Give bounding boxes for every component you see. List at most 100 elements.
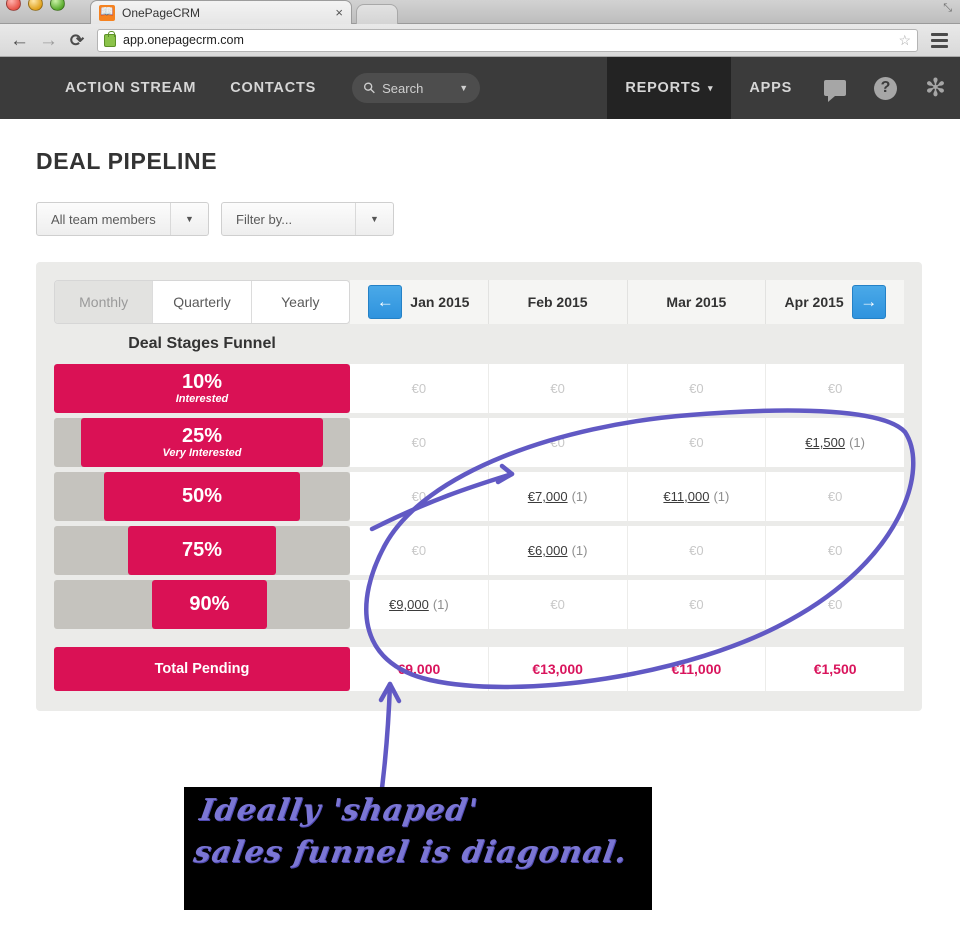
table-row: €0 €0 €0 €1,500 (1) <box>350 418 904 467</box>
card-header-row: Monthly Quarterly Yearly ← Jan 2015 Feb … <box>54 280 904 324</box>
nav-contacts[interactable]: CONTACTS <box>213 57 333 119</box>
cell-amount: €0 <box>411 543 427 558</box>
zoom-window-icon[interactable] <box>50 0 65 11</box>
month-label: Jan 2015 <box>410 294 470 310</box>
cell-count: (1) <box>849 435 865 450</box>
table-cell: €0 <box>487 418 627 467</box>
table-cell[interactable]: €1,500 (1) <box>765 418 904 467</box>
nav-apps[interactable]: APPS <box>731 57 810 119</box>
cell-count: (1) <box>571 489 588 504</box>
cell-amount[interactable]: €1,500 <box>805 435 845 450</box>
browser-tab[interactable]: 📖 OnePageCRM × <box>90 0 352 24</box>
table-cell: €0 <box>487 580 627 629</box>
cell-count: (1) <box>713 489 730 504</box>
period-quarterly[interactable]: Quarterly <box>153 281 252 323</box>
month-header-apr: Apr 2015 → <box>765 280 904 324</box>
nav-apps-label: APPS <box>749 80 793 96</box>
funnel-percent: 75% <box>181 539 223 561</box>
close-window-icon[interactable] <box>6 0 21 11</box>
chevron-down-icon: ▾ <box>708 82 714 93</box>
filter-bar: All team members ▼ Filter by... ▼ <box>36 202 960 236</box>
table-row: €0 €6,000 (1) €0 €0 <box>350 526 904 575</box>
funnel-row: 25% Very Interested <box>54 418 350 467</box>
data-spacer <box>350 324 904 364</box>
funnel-percent: 50% <box>181 485 222 507</box>
chevron-down-icon[interactable]: ▼ <box>355 203 393 235</box>
cell-amount: €0 <box>550 435 565 450</box>
reload-icon[interactable]: ⟳ <box>68 32 86 49</box>
table-cell: €0 <box>765 580 904 629</box>
table-row: €0 €0 €0 €0 <box>350 364 904 413</box>
table-cell[interactable]: €9,000 (1) <box>350 580 488 629</box>
table-cell: €0 <box>350 364 488 413</box>
nav-reports[interactable]: REPORTS ▾ <box>607 57 732 119</box>
table-cell[interactable]: €6,000 (1) <box>487 526 627 575</box>
funnel-row: 75% <box>54 526 350 575</box>
funnel-bar: 10% Interested <box>54 364 350 413</box>
help-icon[interactable]: ? <box>860 57 911 119</box>
prev-period-button[interactable]: ← <box>368 285 403 319</box>
table-cell: €0 <box>350 472 488 521</box>
funnel-percent: 10% <box>181 370 223 393</box>
address-bar[interactable]: app.onepagecrm.com ☆ <box>97 28 918 52</box>
period-toggle[interactable]: Monthly Quarterly Yearly <box>54 280 350 324</box>
table-cell[interactable]: €7,000 (1) <box>487 472 627 521</box>
month-headers: ← Jan 2015 Feb 2015 Mar 2015 Apr 2015 → <box>350 280 904 324</box>
forward-icon[interactable]: → <box>39 31 58 50</box>
bookmark-star-icon[interactable]: ☆ <box>898 32 911 49</box>
funnel-row: 90% <box>54 580 350 629</box>
menu-icon[interactable] <box>929 31 950 50</box>
page-title: DEAL PIPELINE <box>36 148 218 174</box>
period-monthly[interactable]: Monthly <box>55 281 154 323</box>
cell-amount: €0 <box>550 381 565 396</box>
cell-amount: €0 <box>827 381 843 396</box>
period-yearly[interactable]: Yearly <box>251 281 349 323</box>
search-icon: ⚲ <box>360 78 380 99</box>
table-cell[interactable]: €11,000 (1) <box>626 472 766 521</box>
table-cell: €0 <box>487 364 627 413</box>
month-label: Feb 2015 <box>527 294 588 310</box>
speech-bubble-icon[interactable] <box>810 57 860 119</box>
cell-amount: €0 <box>689 381 704 396</box>
total-cell: €13,000 <box>487 647 627 691</box>
pipeline-card: Monthly Quarterly Yearly ← Jan 2015 Feb … <box>36 262 922 711</box>
gear-icon[interactable]: ✻ <box>911 57 960 119</box>
cell-amount[interactable]: €6,000 <box>528 543 568 558</box>
nav-action-stream[interactable]: ACTION STREAM <box>48 57 213 119</box>
filter-by-select[interactable]: Filter by... ▼ <box>221 202 394 236</box>
back-icon[interactable]: ← <box>10 31 29 50</box>
funnel-percent: 25% <box>181 424 222 447</box>
table-cell: €0 <box>626 580 766 629</box>
chevron-down-icon[interactable]: ▼ <box>459 83 468 93</box>
next-period-button[interactable]: → <box>851 285 886 319</box>
funnel-bar: 50% <box>104 472 300 521</box>
lock-icon <box>104 30 116 47</box>
cell-amount[interactable]: €11,000 <box>663 489 709 504</box>
funnel-stage-label: Interested <box>175 392 229 405</box>
team-member-select[interactable]: All team members ▼ <box>36 202 209 236</box>
tab-title: OnePageCRM <box>122 5 201 20</box>
search-input[interactable]: ⚲ Search ▼ <box>352 73 481 103</box>
month-label: Apr 2015 <box>784 294 844 310</box>
cell-amount: €0 <box>411 489 427 504</box>
table-cell: €0 <box>350 526 488 575</box>
new-tab-button[interactable] <box>356 4 398 24</box>
cell-amount: €0 <box>827 543 843 558</box>
funnel-column: Deal Stages Funnel 10% Interested 25% Very … <box>54 324 350 634</box>
window-controls[interactable] <box>6 0 65 11</box>
chevron-down-icon[interactable]: ▼ <box>170 203 208 235</box>
cell-count: (1) <box>432 597 449 612</box>
period-toggle-column: Monthly Quarterly Yearly <box>54 280 350 324</box>
cell-amount[interactable]: €9,000 <box>389 597 429 612</box>
total-cell: €9,000 <box>350 647 488 691</box>
total-cell: €1,500 <box>765 647 904 691</box>
close-icon[interactable]: × <box>335 5 343 20</box>
navbar-left-group: ACTION STREAM CONTACTS ⚲ Search ▼ <box>0 57 481 119</box>
minimize-icon[interactable]: ⤡ <box>943 2 952 15</box>
navbar-right-group: REPORTS ▾ APPS ? ✻ <box>607 57 960 119</box>
minimize-window-icon[interactable] <box>28 0 43 11</box>
cell-amount: €0 <box>689 435 704 450</box>
table-cell: €0 <box>626 526 766 575</box>
table-cell: €0 <box>765 526 904 575</box>
cell-amount[interactable]: €7,000 <box>528 489 568 504</box>
